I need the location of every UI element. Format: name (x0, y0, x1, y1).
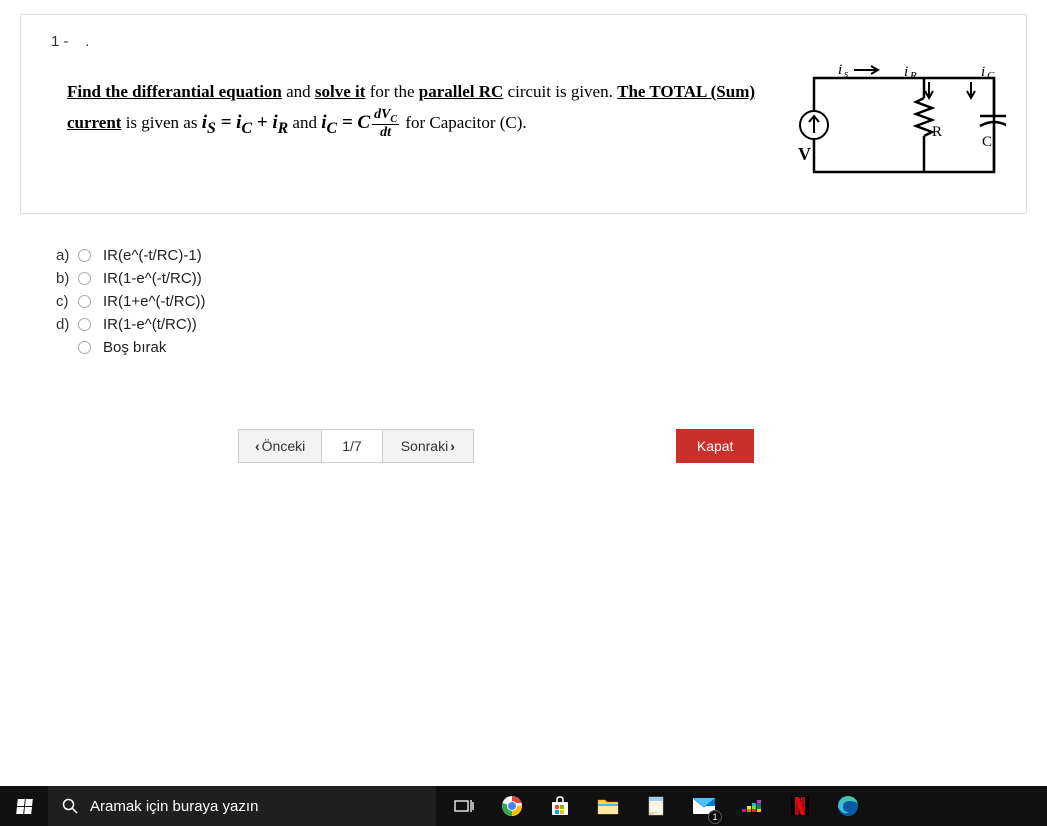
option-b[interactable]: b) IR(1-e^(-t/RC)) (56, 267, 1027, 290)
eq-s: S (207, 120, 216, 137)
question-number: 1 - . (51, 33, 1006, 50)
option-a[interactable]: a) IR(e^(-t/RC)-1) (56, 244, 1027, 267)
svg-text:s: s (844, 68, 848, 80)
q-dot: . (85, 33, 89, 50)
option-letter: c) (56, 293, 78, 310)
radio-icon[interactable] (78, 295, 91, 308)
taskbar-app-edge[interactable] (824, 786, 872, 826)
chevron-left-icon: ‹ (255, 438, 260, 454)
svg-text:i: i (904, 64, 908, 80)
start-button[interactable] (0, 786, 48, 826)
eq-plus: + (252, 112, 272, 133)
close-label: Kapat (697, 438, 734, 454)
radio-icon[interactable] (78, 249, 91, 262)
option-text: IR(1-e^(t/RC)) (103, 316, 197, 333)
qt-2c: and (288, 113, 321, 132)
svg-text:V: V (798, 144, 811, 164)
qt-2b: is given as (121, 113, 201, 132)
option-c[interactable]: c) IR(1+e^(-t/RC)) (56, 290, 1027, 313)
eq-eq1: = (216, 112, 236, 133)
option-letter: b) (56, 270, 78, 287)
taskbar-app-notepad[interactable] (632, 786, 680, 826)
taskbar-search[interactable]: Aramak için buraya yazın (48, 786, 436, 826)
svg-text:i: i (838, 62, 842, 78)
question-text: Find the differantial equation and solve… (67, 60, 772, 143)
q-num: 1 - (51, 33, 69, 50)
qt-1f: circuit is given. (503, 82, 617, 101)
mail-badge: 1 (708, 810, 722, 824)
equalizer-icon (742, 799, 762, 813)
taskbar-app-explorer[interactable] (584, 786, 632, 826)
option-text: Boş bırak (103, 339, 166, 356)
next-label: Sonraki (401, 438, 448, 454)
netflix-icon (791, 796, 809, 816)
option-d[interactable]: d) IR(1-e^(t/RC)) (56, 313, 1027, 336)
option-blank[interactable]: Boş bırak (56, 336, 1027, 359)
store-icon (550, 796, 570, 816)
option-text: IR(1+e^(-t/RC)) (103, 293, 205, 310)
circuit-diagram: V i s R i R (796, 60, 1006, 195)
question-card: 1 - . Find the differantial equation and… (20, 14, 1027, 214)
option-letter: a) (56, 247, 78, 264)
taskbar-app-mail[interactable]: 1 (680, 786, 728, 826)
chrome-icon (501, 795, 523, 817)
svg-text:C: C (982, 134, 992, 150)
task-view-icon (454, 798, 474, 814)
taskbar-app-deezer[interactable] (728, 786, 776, 826)
svg-text:R: R (909, 70, 917, 82)
chevron-right-icon: › (450, 438, 455, 454)
eq2-num: dV (374, 107, 390, 122)
notepad-icon (646, 795, 666, 817)
counter-text: 1/7 (342, 438, 361, 454)
qt-1a: Find the differantial equation (67, 82, 282, 101)
option-text: IR(e^(-t/RC)-1) (103, 247, 202, 264)
folder-icon (597, 797, 619, 815)
search-icon (62, 798, 78, 814)
prev-button[interactable]: ‹ Önceki (238, 429, 321, 463)
svg-text:R: R (932, 124, 942, 140)
radio-icon[interactable] (78, 272, 91, 285)
taskbar-app-chrome[interactable] (488, 786, 536, 826)
eq-rs: R (278, 120, 289, 137)
qt-2d: for Capacitor (C). (401, 113, 527, 132)
qt-1b: and (282, 82, 315, 101)
options-group: a) IR(e^(-t/RC)-1) b) IR(1-e^(-t/RC)) c)… (56, 244, 1027, 359)
option-letter: d) (56, 316, 78, 333)
eq2-cs: C (327, 120, 338, 137)
next-button[interactable]: Sonraki › (383, 429, 474, 463)
radio-icon[interactable] (78, 341, 91, 354)
page-counter: 1/7 (321, 429, 382, 463)
svg-text:C: C (987, 70, 995, 82)
nav-row: ‹ Önceki 1/7 Sonraki › Kapat (20, 429, 1027, 463)
taskbar: Aramak için buraya yazın (0, 786, 1047, 826)
svg-text:i: i (981, 64, 985, 80)
close-button[interactable]: Kapat (676, 429, 755, 463)
option-text: IR(1-e^(-t/RC)) (103, 270, 202, 287)
radio-icon[interactable] (78, 318, 91, 331)
eq2-den: dt (372, 125, 399, 140)
task-view-button[interactable] (440, 786, 488, 826)
qt-1d: for the (365, 82, 418, 101)
eq2-eq: = C (337, 112, 370, 133)
windows-icon (16, 799, 33, 814)
prev-label: Önceki (262, 438, 306, 454)
edge-icon (837, 795, 859, 817)
qt-1e: parallel RC (419, 82, 504, 101)
eq2-numc: C (390, 113, 397, 124)
eq-cs: C (241, 120, 252, 137)
taskbar-app-netflix[interactable] (776, 786, 824, 826)
taskbar-app-store[interactable] (536, 786, 584, 826)
search-placeholder: Aramak için buraya yazın (90, 798, 258, 815)
qt-1c: solve it (315, 82, 366, 101)
